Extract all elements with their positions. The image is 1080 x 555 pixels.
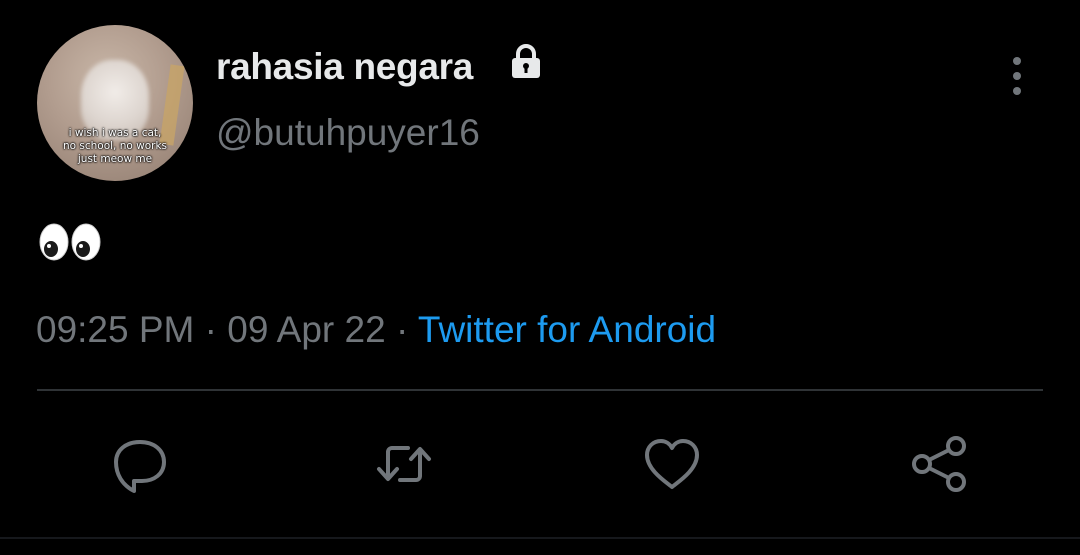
avatar-caption-line: i wish i was a cat,	[68, 127, 162, 139]
bottom-divider	[0, 537, 1080, 539]
retweet-button[interactable]	[372, 432, 436, 496]
avatar-caption-line: just meow me	[77, 153, 153, 165]
retweet-icon	[377, 446, 431, 482]
meta-separator: ·	[395, 309, 409, 350]
heart-icon	[645, 439, 699, 489]
tweet-time: 09:25 PM	[36, 309, 195, 350]
meta-separator: ·	[204, 309, 217, 350]
tweet-detail: i wish i was a cat, no school, no works …	[0, 0, 1080, 555]
display-name[interactable]: rahasia negara	[216, 46, 473, 88]
reply-icon	[114, 440, 166, 493]
divider	[37, 389, 1043, 391]
action-bar	[0, 420, 1080, 510]
avatar[interactable]: i wish i was a cat, no school, no works …	[37, 25, 193, 181]
tweet-source-link[interactable]: Twitter for Android	[418, 309, 716, 350]
tweet-text	[38, 214, 102, 266]
tweet-date: 09 Apr 22	[227, 309, 386, 350]
reply-button[interactable]	[108, 432, 172, 496]
user-handle[interactable]: @butuhpuyer16	[216, 112, 480, 154]
like-button[interactable]	[640, 432, 704, 496]
avatar-caption-line: no school, no works	[62, 140, 168, 152]
share-icon	[912, 436, 966, 492]
tweet-meta: 09:25 PM · 09 Apr 22 · Twitter for Andro…	[36, 309, 716, 351]
more-options-icon[interactable]	[1000, 54, 1034, 98]
share-button[interactable]	[908, 432, 972, 496]
eyes-emoji-icon	[39, 223, 101, 261]
lock-icon	[512, 44, 540, 78]
avatar-caption: i wish i was a cat, no school, no works …	[37, 127, 193, 166]
